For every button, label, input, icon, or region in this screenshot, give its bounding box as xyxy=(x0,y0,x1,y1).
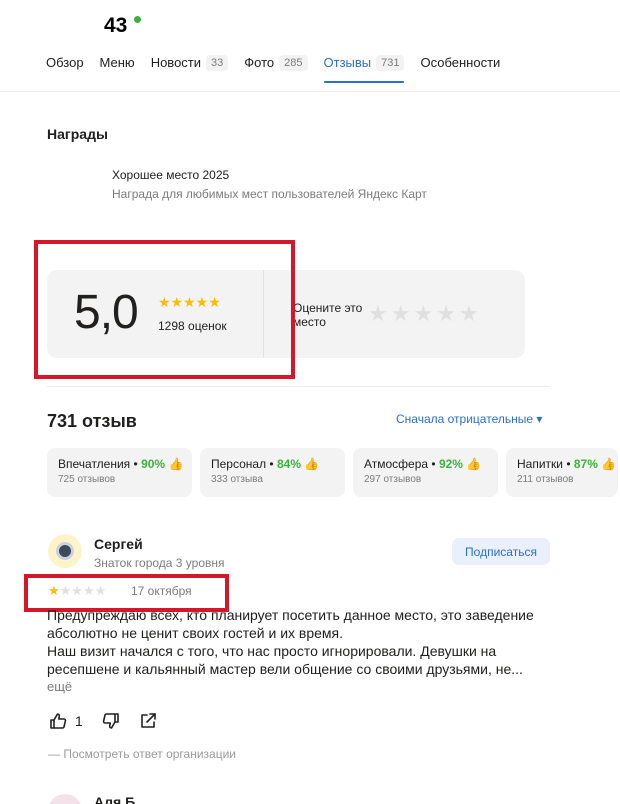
read-more-link[interactable]: ещё xyxy=(47,679,72,694)
awards-heading: Награды xyxy=(47,126,108,142)
thumbs-up-icon: 👍 xyxy=(466,457,482,471)
review-text: Предупреждаю всех, кто планирует посетит… xyxy=(47,606,567,678)
star-icon[interactable]: ★ xyxy=(436,302,456,326)
thumbs-up-icon: 👍 xyxy=(304,457,320,471)
aspect-percent: 87% xyxy=(573,457,598,471)
aspect-chip[interactable]: Персонал • 84% 👍 333 отзыва xyxy=(200,448,345,497)
view-org-reply-link[interactable]: — Посмотреть ответ организации xyxy=(48,747,236,761)
review-actions: 1 xyxy=(48,711,157,731)
share-button[interactable] xyxy=(139,712,157,730)
tab-count-badge: 33 xyxy=(206,55,229,71)
tab-label: Обзор xyxy=(46,55,84,70)
thumbs-up-icon: 👍 xyxy=(601,457,617,471)
aspect-review-count: 725 отзывов xyxy=(58,474,116,485)
reviews-count-heading: 731 отзыв xyxy=(47,411,137,431)
award-description: Награда для любимых мест пользователей Я… xyxy=(112,187,427,201)
online-status-dot xyxy=(133,15,142,24)
like-count: 1 xyxy=(75,713,83,729)
review-paragraph: Наш визит начался с того, что нас просто… xyxy=(47,643,523,677)
review-author-name[interactable]: Сергей xyxy=(94,536,143,552)
star-icon[interactable]: ★ xyxy=(368,302,388,326)
aspect-percent: 92% xyxy=(438,457,463,471)
highlight-box-rating xyxy=(34,240,295,379)
tab-count-badge: 731 xyxy=(376,55,405,71)
aspect-review-count: 297 отзывов xyxy=(364,474,422,485)
place-title: 43 xyxy=(104,14,128,37)
review-author-name[interactable]: Аля Б. xyxy=(94,794,139,804)
tab-count-badge: 285 xyxy=(279,55,308,71)
review-author-level: Знаток города 3 уровня xyxy=(94,556,225,570)
tab-label: Особенности xyxy=(420,55,501,70)
avatar[interactable] xyxy=(48,534,82,568)
tab-label: Новости xyxy=(150,55,202,70)
share-icon xyxy=(140,713,156,728)
thumbs-down-icon xyxy=(102,713,119,729)
aspect-review-count: 211 отзывов xyxy=(517,474,574,485)
star-icon[interactable]: ★ xyxy=(413,302,433,326)
rate-stars-input: ★ ★ ★ ★ ★ xyxy=(368,302,479,326)
aspect-name: Атмосфера xyxy=(364,457,429,471)
aspect-percent: 90% xyxy=(141,457,166,471)
like-button[interactable]: 1 xyxy=(48,711,83,731)
tab-label: Отзывы xyxy=(323,55,372,70)
star-icon[interactable]: ★ xyxy=(391,302,411,326)
thumbs-up-icon xyxy=(50,713,67,729)
aspect-name: Персонал xyxy=(211,457,267,471)
aspect-review-count: 333 отзыва xyxy=(211,474,263,485)
tab-features[interactable]: Особенности xyxy=(420,55,500,85)
tab-photos[interactable]: Фото 285 xyxy=(244,55,308,85)
aspect-chip[interactable]: Атмосфера • 92% 👍 297 отзывов xyxy=(353,448,498,497)
tabs-bar: Обзор Меню Новости 33 Фото 285 Отзывы 731 О… xyxy=(46,55,500,85)
aspect-chip[interactable]: Напитки • 87% 👍 211 отзывов xyxy=(506,448,618,497)
tab-label: Фото xyxy=(244,55,275,70)
section-divider xyxy=(47,386,550,387)
dislike-button[interactable] xyxy=(101,711,121,731)
tab-menu[interactable]: Меню xyxy=(100,55,135,85)
avatar-image xyxy=(56,542,74,560)
aspect-filters: Впечатления • 90% 👍 725 отзывов Персонал… xyxy=(47,448,618,497)
sort-dropdown[interactable]: Сначала отрицательные ▾ xyxy=(396,412,542,426)
rate-place-prompt: Оцените это место xyxy=(293,301,363,329)
award-name: Хорошее место 2025 xyxy=(112,168,230,182)
tab-news[interactable]: Новости 33 xyxy=(151,55,229,85)
star-icon[interactable]: ★ xyxy=(459,302,479,326)
thumbs-up-icon: 👍 xyxy=(168,457,184,471)
tab-overview[interactable]: Обзор xyxy=(46,55,84,85)
tabs-divider xyxy=(0,91,620,92)
subscribe-button[interactable]: Подписаться xyxy=(452,538,550,565)
aspect-name: Впечатления xyxy=(58,457,131,471)
tab-label: Меню xyxy=(99,55,135,70)
aspect-name: Напитки xyxy=(517,457,563,471)
avatar[interactable] xyxy=(48,794,82,804)
review-paragraph: Предупреждаю всех, кто планирует посетит… xyxy=(47,607,534,641)
aspect-chip[interactable]: Впечатления • 90% 👍 725 отзывов xyxy=(47,448,192,497)
tab-reviews[interactable]: Отзывы 731 xyxy=(323,55,405,85)
aspect-percent: 84% xyxy=(276,457,301,471)
